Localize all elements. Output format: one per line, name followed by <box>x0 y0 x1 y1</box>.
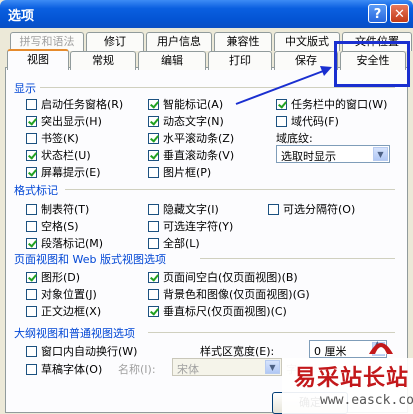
watermark-url: www.easck.com <box>320 393 413 408</box>
annotation-arrow-icon <box>235 66 332 105</box>
watermark-logo-icon <box>369 343 393 354</box>
watermark: 易采站长站 www.easck.com <box>282 358 413 414</box>
watermark-text: 易采站长站 <box>294 365 410 391</box>
options-dialog: 选项 ? ✕ 拼写和语法 修订 用户信息 兼容性 中文版式 文件位置 视图 常规… <box>0 0 413 414</box>
